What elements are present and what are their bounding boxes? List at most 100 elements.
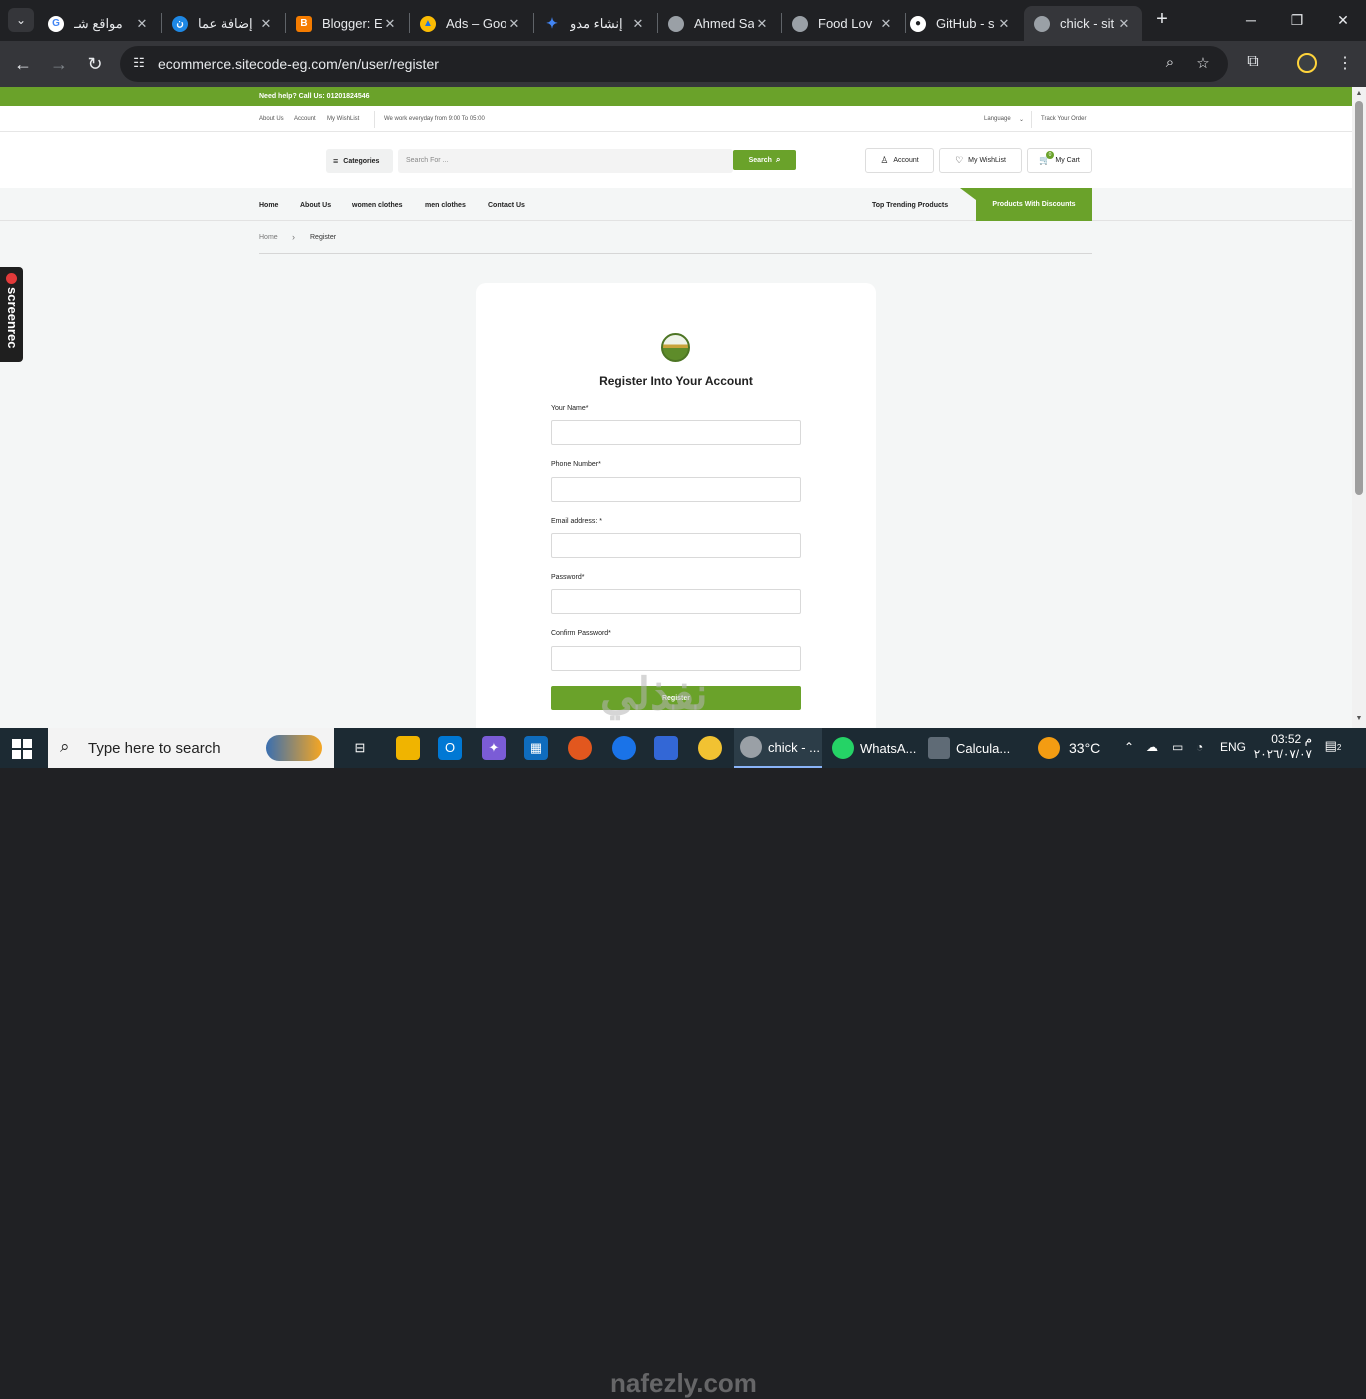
task-label: chick - ... bbox=[768, 739, 821, 755]
browser-tab-6[interactable]: Ahmed Sa ✕ bbox=[658, 6, 780, 41]
search-input[interactable]: Search For ... bbox=[398, 149, 733, 173]
email-input[interactable] bbox=[551, 533, 801, 558]
scroll-down-icon[interactable]: ▼ bbox=[1355, 715, 1363, 723]
email-label: Email address: * bbox=[551, 518, 602, 525]
close-tab-icon[interactable]: ✕ bbox=[754, 16, 770, 32]
phone-input[interactable] bbox=[551, 477, 801, 502]
close-tab-icon[interactable]: ✕ bbox=[1116, 16, 1132, 32]
forward-arrow-icon[interactable]: → bbox=[45, 50, 73, 78]
breadcrumb-divider bbox=[259, 253, 1092, 254]
task-label: Calcula... bbox=[956, 740, 1011, 756]
extensions-puzzle-icon[interactable]: ⧉ bbox=[1242, 53, 1264, 71]
menu-bars-icon: ≡ bbox=[333, 156, 339, 166]
products-with-discounts-tab[interactable]: Products With Discounts bbox=[976, 188, 1092, 221]
google-icon: G bbox=[48, 15, 64, 32]
file-explorer-icon[interactable] bbox=[396, 736, 420, 760]
browser-tab-active[interactable]: chick - sit ✕ bbox=[1024, 6, 1142, 41]
globe-icon bbox=[792, 15, 808, 32]
account-button[interactable]: ♙ Account bbox=[865, 148, 934, 173]
top-trending-link[interactable]: Top Trending Products bbox=[872, 202, 948, 209]
browser-tab-7[interactable]: Food Lov ✕ bbox=[782, 6, 904, 41]
nav-about[interactable]: About Us bbox=[300, 202, 331, 209]
nav-women[interactable]: women clothes bbox=[352, 202, 403, 209]
battery-icon[interactable]: ▭ bbox=[1172, 740, 1183, 754]
password-input[interactable] bbox=[551, 589, 801, 614]
browser-tab-1[interactable]: G مواقع شـ ✕ bbox=[38, 6, 160, 41]
new-tab-plus-icon[interactable]: + bbox=[1151, 8, 1173, 32]
top-link-account[interactable]: Account bbox=[294, 116, 316, 122]
nav-contact[interactable]: Contact Us bbox=[488, 202, 525, 209]
scroll-thumb[interactable] bbox=[1355, 101, 1363, 495]
outlook-icon[interactable]: O bbox=[438, 736, 462, 760]
taskbar-calculator[interactable]: Calcula... bbox=[928, 728, 1014, 768]
close-window-icon[interactable]: ✕ bbox=[1320, 0, 1366, 41]
close-tab-icon[interactable]: ✕ bbox=[878, 16, 894, 32]
categories-button[interactable]: ≡ Categories bbox=[326, 149, 393, 173]
close-tab-icon[interactable]: ✕ bbox=[258, 16, 274, 32]
minimize-icon[interactable]: ─ bbox=[1228, 0, 1274, 41]
bookmark-star-icon[interactable]: ☆ bbox=[1193, 54, 1213, 74]
network-icon[interactable]: ☁ bbox=[1146, 740, 1158, 754]
tab-title: GitHub - s bbox=[936, 16, 995, 31]
nav-men[interactable]: men clothes bbox=[425, 202, 466, 209]
zoom-icon[interactable]: ⌕ bbox=[1160, 54, 1180, 74]
weather-sun-icon[interactable] bbox=[1038, 737, 1060, 759]
browser-tab-3[interactable]: B Blogger: E ✕ bbox=[286, 6, 408, 41]
notifications-icon[interactable]: ▤2 bbox=[1322, 738, 1344, 758]
nafezly-icon: ن bbox=[172, 15, 188, 32]
wishlist-button[interactable]: ♡ My WishList bbox=[939, 148, 1022, 173]
tray-chevron-up-icon[interactable]: ⌃ bbox=[1124, 740, 1134, 754]
name-input[interactable] bbox=[551, 420, 801, 445]
taskbar-whatsapp[interactable]: WhatsA... bbox=[832, 728, 918, 768]
browser-tab-5[interactable]: ✦ إنشاء مدو ✕ bbox=[534, 6, 656, 41]
cart-button[interactable]: 🛒 My Cart bbox=[1027, 148, 1092, 173]
page-scrollbar[interactable]: ▲ ▼ bbox=[1352, 87, 1366, 728]
wifi-icon[interactable]: ◔ bbox=[1196, 740, 1203, 754]
clock[interactable]: 03:52 م ٢٠٢٦/٠٧/٠٧ bbox=[1246, 732, 1312, 762]
browser-tab-8[interactable]: ● GitHub - s ✕ bbox=[900, 6, 1022, 41]
back-arrow-icon[interactable]: ← bbox=[9, 50, 37, 78]
close-tab-icon[interactable]: ✕ bbox=[134, 16, 150, 32]
top-link-about[interactable]: About Us bbox=[259, 116, 284, 122]
ribbon-corner bbox=[960, 188, 976, 200]
address-bar[interactable]: ☷ ecommerce.sitecode-eg.com/en/user/regi… bbox=[120, 46, 1228, 82]
top-link-wishlist[interactable]: My WishList bbox=[327, 116, 359, 122]
app-icon[interactable] bbox=[698, 736, 722, 760]
weather-temp[interactable]: 33°C bbox=[1069, 740, 1100, 756]
chevron-down-icon[interactable]: ⌄ bbox=[1019, 116, 1024, 123]
track-order-link[interactable]: Track Your Order bbox=[1041, 116, 1086, 122]
heart-icon: ♡ bbox=[955, 155, 964, 165]
breadcrumb-home[interactable]: Home bbox=[259, 234, 278, 241]
language-select[interactable]: Language bbox=[984, 116, 1011, 122]
task-view-icon[interactable]: ⊟ bbox=[348, 736, 372, 760]
search-button[interactable]: Search ⌕ bbox=[733, 150, 796, 170]
close-tab-icon[interactable]: ✕ bbox=[506, 16, 522, 32]
screenrec-widget[interactable]: screenrec bbox=[0, 267, 23, 362]
tab-search-chevron-icon[interactable]: ⌄ bbox=[8, 8, 34, 32]
store-icon[interactable]: ▦ bbox=[524, 736, 548, 760]
restore-icon[interactable]: ❐ bbox=[1274, 0, 1320, 41]
url-text[interactable]: ecommerce.sitecode-eg.com/en/user/regist… bbox=[158, 56, 439, 72]
close-tab-icon[interactable]: ✕ bbox=[382, 16, 398, 32]
app-icon[interactable] bbox=[654, 736, 678, 760]
windows-start-icon[interactable] bbox=[12, 739, 32, 759]
firefox-icon[interactable] bbox=[568, 736, 592, 760]
app-icon[interactable] bbox=[612, 736, 636, 760]
menu-kebab-icon[interactable]: ⋮ bbox=[1334, 53, 1356, 73]
categories-label: Categories bbox=[343, 157, 380, 165]
reload-icon[interactable]: ↻ bbox=[81, 50, 109, 78]
copilot-icon[interactable]: ✦ bbox=[482, 736, 506, 760]
language-indicator[interactable]: ENG bbox=[1220, 740, 1246, 754]
browser-tab-4[interactable]: ▲ Ads – Goo ✕ bbox=[410, 6, 532, 41]
profile-avatar[interactable] bbox=[1297, 53, 1317, 73]
site-info-icon[interactable]: ☷ bbox=[130, 55, 148, 73]
confirm-password-input[interactable] bbox=[551, 646, 801, 671]
taskbar-chrome[interactable]: chick - ... bbox=[734, 728, 822, 768]
close-tab-icon[interactable]: ✕ bbox=[630, 16, 646, 32]
nav-home[interactable]: Home bbox=[259, 202, 278, 209]
close-tab-icon[interactable]: ✕ bbox=[996, 16, 1012, 32]
discounts-label: Products With Discounts bbox=[992, 201, 1076, 208]
taskbar-search[interactable]: ⌕ Type here to search bbox=[48, 728, 334, 768]
scroll-up-icon[interactable]: ▲ bbox=[1355, 90, 1363, 98]
browser-tab-2[interactable]: ن إضافة عما ✕ bbox=[162, 6, 284, 41]
